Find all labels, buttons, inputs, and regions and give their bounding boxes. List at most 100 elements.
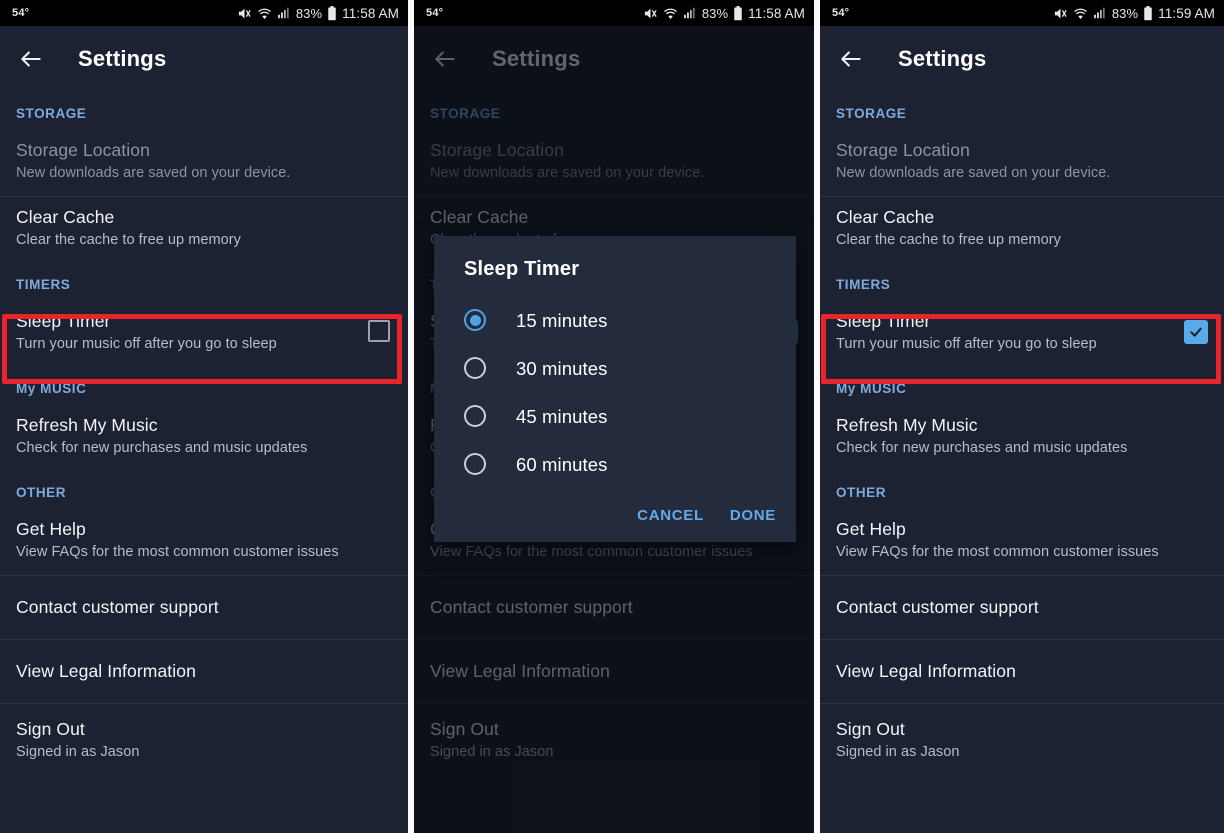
row-subtitle: View FAQs for the most common customer i… bbox=[16, 544, 339, 560]
status-bar: 54° 83% 11:59 AM bbox=[820, 0, 1224, 26]
dialog-option-60-minutes[interactable]: 60 minutes bbox=[434, 441, 796, 489]
checkbox-unchecked-icon bbox=[368, 320, 390, 342]
radio-unselected-icon bbox=[464, 405, 488, 429]
row-title: Sign Out bbox=[16, 719, 85, 739]
row-sign-out[interactable]: Sign Out Signed in as Jason bbox=[820, 704, 1224, 775]
row-sign-out[interactable]: Sign Out Signed in as Jason bbox=[0, 704, 408, 775]
row-legal-information[interactable]: View Legal Information bbox=[820, 640, 1224, 703]
row-refresh-my-music[interactable]: Refresh My Music Check for new purchases… bbox=[820, 405, 1224, 471]
row-title: Contact customer support bbox=[836, 597, 1039, 617]
status-icons-group: 83% 11:58 AM bbox=[237, 0, 399, 26]
row-subtitle: Signed in as Jason bbox=[16, 744, 140, 760]
wifi-icon bbox=[663, 8, 677, 19]
row-title: Clear Cache bbox=[836, 207, 935, 227]
row-title: Sleep Timer bbox=[16, 311, 111, 331]
mute-icon bbox=[644, 8, 657, 18]
sleep-timer-checkbox[interactable] bbox=[1184, 320, 1208, 344]
row-subtitle: Check for new purchases and music update… bbox=[836, 440, 1128, 456]
settings-list: STORAGE Storage Location New downloads a… bbox=[0, 92, 408, 775]
clock-label: 11:58 AM bbox=[342, 5, 399, 21]
battery-percent-label: 83% bbox=[295, 5, 323, 21]
status-icons-group: 83% 11:58 AM bbox=[643, 0, 805, 26]
row-title: Contact customer support bbox=[16, 597, 219, 617]
clock-label: 11:59 AM bbox=[1158, 5, 1215, 21]
dialog-option-label: 15 minutes bbox=[516, 310, 608, 331]
row-subtitle: New downloads are saved on your device. bbox=[16, 165, 291, 181]
section-header-timers: TIMERS bbox=[836, 277, 891, 292]
dialog-title: Sleep Timer bbox=[464, 258, 580, 280]
app-bar: Settings bbox=[820, 26, 1224, 92]
row-legal-information[interactable]: View Legal Information bbox=[0, 640, 408, 703]
section-header-timers: TIMERS bbox=[16, 277, 71, 292]
signal-icon bbox=[277, 7, 289, 19]
temperature-indicator: 54° bbox=[426, 7, 444, 19]
row-title: View Legal Information bbox=[16, 661, 196, 681]
mute-icon bbox=[1054, 8, 1067, 18]
row-storage-location[interactable]: Storage Location New downloads are saved… bbox=[0, 130, 408, 196]
row-sleep-timer[interactable]: Sleep Timer Turn your music off after yo… bbox=[0, 301, 408, 367]
dialog-actions: CANCEL DONE bbox=[434, 489, 796, 532]
dialog-option-label: 60 minutes bbox=[516, 454, 608, 475]
settings-list: STORAGE Storage Location New downloads a… bbox=[820, 92, 1224, 775]
page-title: Settings bbox=[78, 46, 167, 71]
battery-percent-label: 83% bbox=[701, 5, 729, 21]
row-sleep-timer[interactable]: Sleep Timer Turn your music off after yo… bbox=[820, 301, 1224, 367]
battery-percent-label: 83% bbox=[1111, 5, 1139, 21]
status-bar: 54° 83% 11:58 AM bbox=[414, 0, 814, 26]
wifi-icon bbox=[257, 8, 271, 19]
row-subtitle: View FAQs for the most common customer i… bbox=[836, 544, 1159, 560]
checkbox-checked-icon bbox=[1184, 320, 1208, 344]
row-title: Sleep Timer bbox=[836, 311, 931, 331]
row-get-help[interactable]: Get Help View FAQs for the most common c… bbox=[820, 509, 1224, 575]
battery-icon bbox=[1144, 5, 1152, 20]
row-title: Storage Location bbox=[836, 140, 970, 160]
section-header-my-music: My MUSIC bbox=[16, 381, 87, 396]
clock-label: 11:58 AM bbox=[748, 5, 805, 21]
row-contact-support[interactable]: Contact customer support bbox=[0, 576, 408, 639]
row-title: Refresh My Music bbox=[836, 415, 978, 435]
row-clear-cache[interactable]: Clear Cache Clear the cache to free up m… bbox=[820, 197, 1224, 263]
page-title: Settings bbox=[898, 46, 987, 71]
dialog-option-label: 30 minutes bbox=[516, 358, 608, 379]
row-clear-cache[interactable]: Clear Cache Clear the cache to free up m… bbox=[0, 197, 408, 263]
row-refresh-my-music[interactable]: Refresh My Music Check for new purchases… bbox=[0, 405, 408, 471]
temperature-indicator: 54° bbox=[12, 7, 30, 19]
row-get-help[interactable]: Get Help View FAQs for the most common c… bbox=[0, 509, 408, 575]
row-title: Storage Location bbox=[16, 140, 150, 160]
section-header-my-music: My MUSIC bbox=[836, 381, 907, 396]
row-subtitle: Check for new purchases and music update… bbox=[16, 440, 308, 456]
radio-selected-icon bbox=[464, 309, 488, 333]
done-button[interactable]: DONE bbox=[730, 507, 776, 524]
radio-unselected-icon bbox=[464, 357, 488, 381]
row-title: Clear Cache bbox=[16, 207, 115, 227]
section-header-storage: STORAGE bbox=[16, 106, 87, 121]
section-header-storage: STORAGE bbox=[836, 106, 907, 121]
back-arrow-icon[interactable] bbox=[838, 46, 864, 72]
row-subtitle: New downloads are saved on your device. bbox=[836, 165, 1111, 181]
row-subtitle: Signed in as Jason bbox=[836, 744, 960, 760]
status-bar: 54° 83% 11:58 AM bbox=[0, 0, 408, 26]
row-title: View Legal Information bbox=[836, 661, 1016, 681]
row-storage-location[interactable]: Storage Location New downloads are saved… bbox=[820, 130, 1224, 196]
dialog-option-label: 45 minutes bbox=[516, 406, 608, 427]
dialog-option-45-minutes[interactable]: 45 minutes bbox=[434, 393, 796, 441]
row-subtitle: Turn your music off after you go to slee… bbox=[836, 336, 1097, 352]
row-title: Sign Out bbox=[836, 719, 905, 739]
sleep-timer-dialog: Sleep Timer 15 minutes 30 minutes 45 min… bbox=[434, 236, 796, 542]
screenshot-stage: 54° 83% 11:58 AM Settings STORAGE Storag… bbox=[0, 0, 1224, 833]
temperature-indicator: 54° bbox=[832, 7, 850, 19]
row-title: Refresh My Music bbox=[16, 415, 158, 435]
mute-icon bbox=[238, 8, 251, 18]
battery-icon bbox=[328, 5, 336, 20]
panel-settings-unchecked: 54° 83% 11:58 AM Settings STORAGE Storag… bbox=[0, 0, 408, 833]
row-subtitle: Turn your music off after you go to slee… bbox=[16, 336, 277, 352]
sleep-timer-checkbox[interactable] bbox=[368, 320, 392, 344]
dialog-option-30-minutes[interactable]: 30 minutes bbox=[434, 345, 796, 393]
cancel-button[interactable]: CANCEL bbox=[637, 507, 704, 524]
back-arrow-icon[interactable] bbox=[18, 46, 44, 72]
row-subtitle: Clear the cache to free up memory bbox=[836, 232, 1061, 248]
row-contact-support[interactable]: Contact customer support bbox=[820, 576, 1224, 639]
radio-unselected-icon bbox=[464, 453, 488, 477]
app-bar: Settings bbox=[0, 26, 408, 92]
dialog-option-15-minutes[interactable]: 15 minutes bbox=[434, 297, 796, 345]
